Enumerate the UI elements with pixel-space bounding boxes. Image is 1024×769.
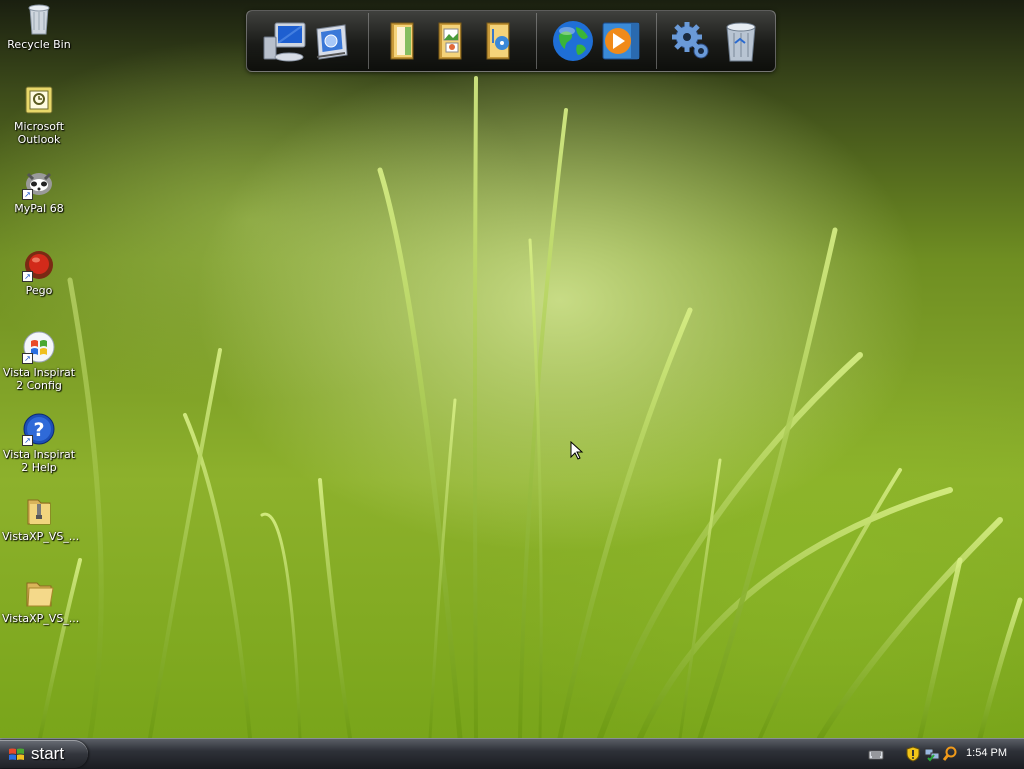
outlook-icon [22, 84, 56, 118]
desktop-icon-mypal[interactable]: ↗ MyPal 68 [0, 166, 78, 215]
desktop-icon-label: Vista Inspirat 2 Config [2, 366, 76, 392]
clock[interactable]: 1:54 PM [966, 747, 1007, 759]
shortcut-arrow-icon: ↗ [22, 189, 33, 200]
desktop-icon-label: Recycle Bin [7, 38, 71, 51]
music-folder-icon [486, 22, 510, 60]
desktop-icon-label: MyPal 68 [14, 202, 64, 215]
dock-settings[interactable] [667, 17, 715, 65]
search-icon[interactable] [942, 746, 958, 762]
desktop-icon-label: VistaXP_VS_... [2, 530, 80, 543]
dock-music-folder[interactable] [475, 17, 523, 65]
dock-control-panel[interactable] [307, 17, 355, 65]
shortcut-arrow-icon: ↗ [22, 353, 33, 364]
settings-gears-icon [672, 22, 709, 59]
desktop-icon-label: Pego [25, 284, 53, 297]
grass-blades [38, 76, 1023, 738]
dock-my-computer[interactable] [261, 17, 309, 65]
keyboard-icon[interactable] [868, 746, 884, 762]
zip-folder-icon [22, 494, 56, 528]
dock-recycle-bin-icon [726, 22, 756, 62]
recycle-bin-icon [22, 2, 56, 36]
desktop-icon-vistaxp-zip[interactable]: VistaXP_VS_... [0, 494, 80, 543]
desktop-icon-vista-inspirat-help[interactable]: ? ↗ Vista Inspirat 2 Help [0, 412, 78, 474]
control-panel-icon [316, 24, 348, 60]
my-computer-icon [263, 22, 306, 62]
desktop-icon-recycle-bin[interactable]: Recycle Bin [0, 2, 78, 51]
network-icon[interactable] [924, 746, 940, 762]
desktop-icon-label: Vista Inspirat 2 Help [2, 448, 76, 474]
media-player-icon [602, 22, 640, 60]
desktop-icon-vistaxp-folder[interactable]: VistaXP_VS_... [0, 576, 80, 625]
shortcut-arrow-icon: ↗ [22, 435, 33, 446]
internet-explorer-globe-icon [553, 21, 593, 61]
pego-icon: ↗ [22, 248, 56, 282]
dock-documents-folder[interactable] [379, 17, 427, 65]
windows-logo-icon: ↗ [22, 330, 56, 364]
security-shield-icon[interactable] [905, 746, 921, 762]
mouse-cursor-icon [570, 440, 584, 461]
mypal-icon: ↗ [22, 166, 56, 200]
dock-separator [656, 13, 657, 69]
dock-internet-explorer[interactable] [549, 17, 597, 65]
desktop-icon-vista-inspirat-config[interactable]: ↗ Vista Inspirat 2 Config [0, 330, 78, 392]
desktop-wallpaper [0, 0, 1024, 738]
shortcut-arrow-icon: ↗ [22, 271, 33, 282]
dock-recycle-bin[interactable] [717, 17, 765, 65]
system-tray: 1:54 PM [860, 739, 1024, 769]
dock-separator [536, 13, 537, 69]
desktop-icon-label: VistaXP_VS_... [2, 612, 80, 625]
dock-media-player[interactable] [597, 17, 645, 65]
dock-pictures-folder[interactable] [427, 17, 475, 65]
taskbar: start 1:54 PM [0, 738, 1024, 769]
folder-icon [22, 576, 56, 610]
help-icon: ? ↗ [22, 412, 56, 446]
start-button[interactable]: start [0, 740, 88, 768]
pictures-folder-icon [438, 22, 462, 60]
documents-folder-icon [390, 22, 414, 60]
desktop-icon-pego[interactable]: ↗ Pego [0, 248, 78, 297]
start-label: start [31, 744, 65, 763]
windows-logo-icon [8, 746, 25, 763]
dock-bar [246, 10, 776, 72]
desktop-icon-label: Microsoft Outlook [13, 120, 65, 146]
dock-separator [368, 13, 369, 69]
svg-text:?: ? [33, 419, 44, 441]
desktop-icon-microsoft-outlook[interactable]: Microsoft Outlook [0, 84, 78, 146]
